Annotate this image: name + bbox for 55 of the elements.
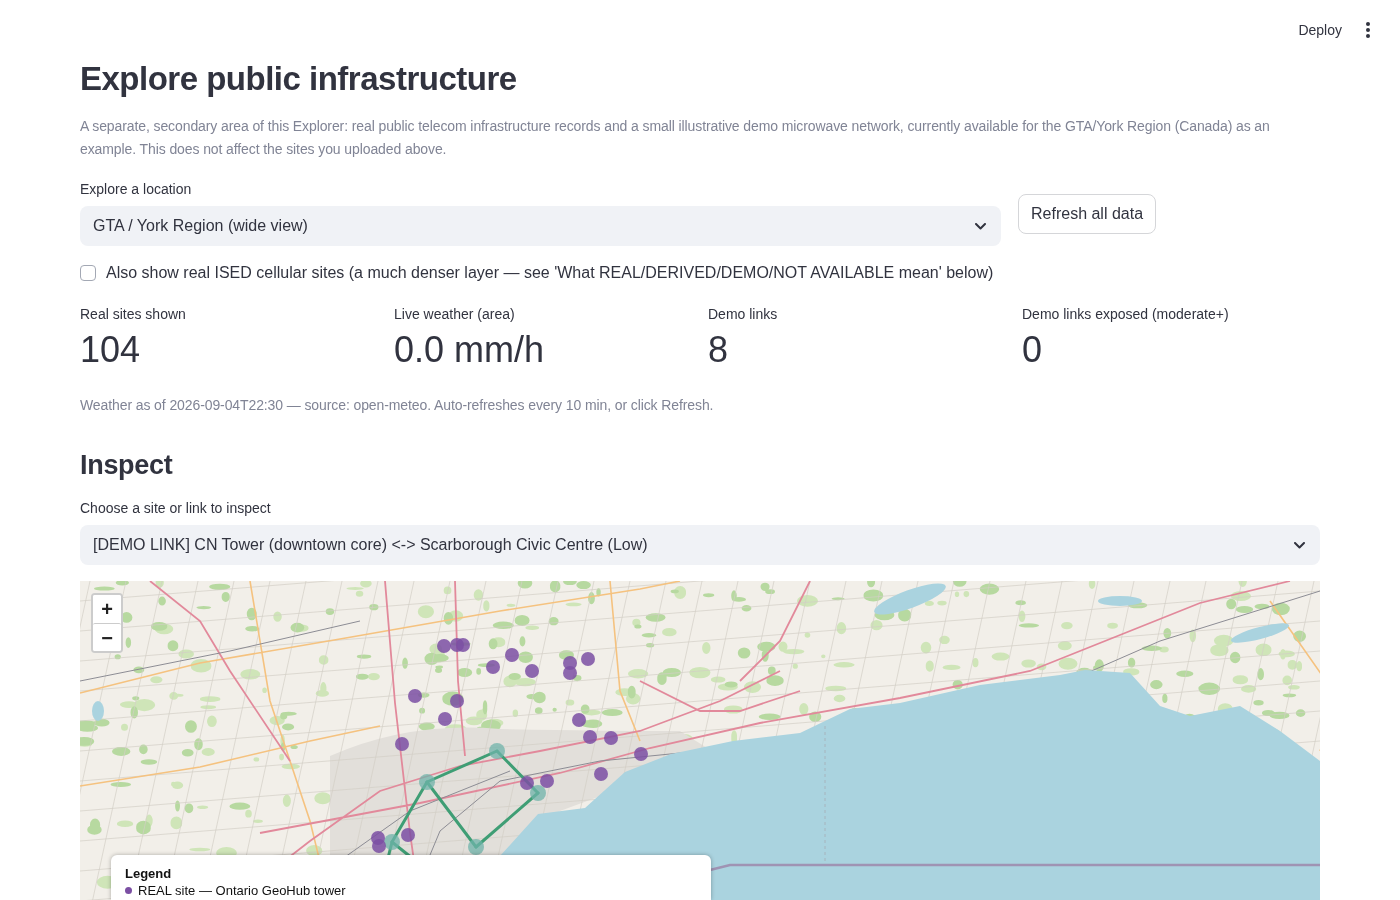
field-label: Explore a location (80, 180, 193, 199)
site-marker[interactable] (583, 730, 597, 744)
demo-site-marker[interactable] (419, 774, 435, 790)
site-marker[interactable] (540, 774, 554, 788)
checkbox-label: Also show real ISED cellular sites (a much denser layer — see 'What REAL/DERIVED/DEMO/NOT AVAILABLE mean' below) (106, 263, 994, 283)
site-marker[interactable] (450, 694, 464, 708)
site-marker[interactable] (438, 712, 452, 726)
lake-shape (874, 583, 946, 615)
site-marker[interactable] (408, 689, 422, 703)
field-label: Choose a site or link to inspect (80, 499, 272, 518)
legend-label: REAL site — Ontario GeoHub tower (138, 882, 346, 899)
site-marker[interactable] (520, 776, 534, 790)
description-text: A separate, secondary area of this Explorer: real public telecom infrastructure records and a small illustrative demo microwave network, currently available for the GTA/York Region (Canada) as an example. This does not affect the sites you uploaded above. (80, 117, 1271, 159)
metric-value: 104 (80, 328, 142, 372)
legend-title: Legend (125, 866, 172, 882)
site-marker[interactable] (456, 638, 470, 652)
metric-label: Demo links exposed (moderate+) (1022, 305, 1230, 324)
lake-shape (92, 701, 104, 721)
site-marker[interactable] (563, 666, 577, 680)
metric-label: Live weather (area) (394, 305, 516, 324)
site-marker[interactable] (372, 839, 386, 853)
lake-shape (1231, 623, 1289, 643)
site-marker[interactable] (401, 828, 415, 842)
demo-site-marker[interactable] (489, 743, 505, 759)
more-options-icon[interactable] (1366, 22, 1370, 38)
demo-site-marker[interactable] (384, 834, 400, 850)
metric-value: 0 (1022, 328, 1044, 372)
weather-caption: Weather as of 2026-09-04T22:30 — source: open-meteo. Auto-refreshes every 10 min, or click Refresh. (80, 396, 715, 415)
section-heading: Inspect (80, 449, 174, 482)
metric-value: 0.0 mm/h (394, 328, 546, 372)
checkbox[interactable] (80, 265, 96, 281)
demo-site-marker[interactable] (530, 785, 546, 801)
site-marker[interactable] (634, 747, 648, 761)
site-marker[interactable] (572, 713, 586, 727)
chevron-down-icon (1294, 541, 1305, 549)
site-marker[interactable] (525, 664, 539, 678)
chevron-down-icon (975, 222, 986, 230)
site-marker[interactable] (594, 767, 608, 781)
site-marker[interactable] (486, 660, 500, 674)
lake-shape (1098, 596, 1142, 606)
site-marker[interactable] (604, 731, 618, 745)
page-title: Explore public infrastructure (80, 59, 518, 99)
site-marker[interactable] (395, 737, 409, 751)
zoom-out-button[interactable]: − (93, 623, 121, 651)
site-marker[interactable] (581, 652, 595, 666)
dropdown-select[interactable]: GTA / York Region (wide view) (80, 206, 1001, 246)
metric-label: Real sites shown (80, 305, 187, 324)
metric-label: Demo links (708, 305, 779, 324)
demo-site-marker[interactable] (468, 839, 484, 855)
dropdown-select[interactable]: [DEMO LINK] CN Tower (downtown core) <-> Scarborough Civic Centre (Low) (80, 525, 1320, 565)
metric-value: 8 (708, 328, 730, 372)
deploy-button[interactable]: Deploy (1290, 16, 1350, 44)
site-marker[interactable] (437, 639, 451, 653)
refresh-button[interactable]: Refresh all data (1018, 194, 1157, 234)
site-marker[interactable] (505, 648, 519, 662)
